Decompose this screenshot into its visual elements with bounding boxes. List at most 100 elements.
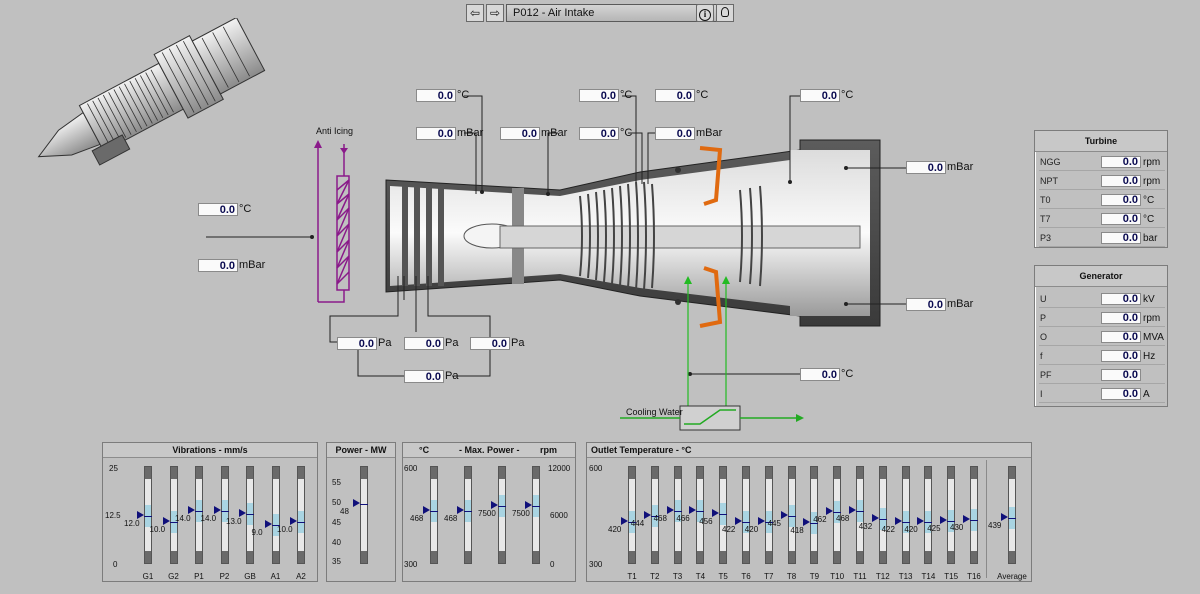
generator-panel-title: Generator [1035,266,1167,287]
power-scale-45: 45 [332,518,341,527]
outlet-t13-value-label: 422 [881,524,895,534]
gauge-limit-segment [629,551,635,557]
vibration-p1-value-label: 14.0 [175,513,191,523]
max-power-2-value-label: 468 [444,513,458,523]
outlet-t9-marker [803,517,811,526]
power-panel-title: Power - MW [327,443,395,458]
gauge-limit-segment [971,557,977,563]
gauge-limit-segment [879,557,886,563]
turbine-row-t7: T7 0.0 °C [1039,212,1165,228]
gauge-limit-segment [629,557,635,563]
gauge-value-line [901,521,910,523]
generator-row-pf: PF 0.0 [1039,368,1165,384]
gauge-value-line [360,504,368,506]
gauge-limit-segment [272,557,279,563]
max-power-2-gauge [464,466,472,564]
max-power-3-value-label: 7500 [478,509,496,518]
outlet-t16-label: T16 [967,572,981,581]
vibration-g2-value-label: 10.0 [149,525,166,535]
power-gauge [360,466,368,564]
max-power-right-mid: 6000 [550,511,568,520]
outlet-t8-gauge [787,466,796,564]
anti-icing-heater [317,144,350,303]
max-power-left-max: 600 [404,464,418,473]
outlet-average-label: Average [997,572,1027,581]
outlet-t12-value-label: 432 [858,522,873,532]
outlet-t6-gauge [742,466,750,564]
gauge-limit-segment [431,557,437,563]
outlet-t16-gauge [970,466,978,564]
outlet-t15-gauge [947,466,956,564]
outlet-t12-marker [871,514,879,523]
gauge-value-line [878,519,887,521]
gauge-limit-segment [811,473,818,479]
gauge-limit-segment [170,551,177,557]
turbine-row-ngg: NGG 0.0 rpm [1039,155,1165,171]
gauge-limit-segment [221,557,228,563]
gauge-value-line [297,522,305,524]
outlet-t4-marker [689,506,697,515]
gauge-limit-segment [674,557,681,563]
air-intake-diagram [206,95,908,431]
vibrations-panel-title: Vibrations - mm/s [103,443,317,458]
gauge-value-line [220,510,229,512]
gauge-limit-segment [811,557,818,563]
outlet-t2-value-label: 444 [630,519,645,529]
gauge-limit-segment [431,551,437,557]
vibration-a2-marker [290,517,297,526]
max-power-1-marker [423,505,430,514]
outlet-t8-marker [780,511,788,520]
vibration-gb-marker [239,508,246,517]
gauge-value-line [430,510,438,512]
gauge-limit-segment [431,473,437,479]
gauge-limit-segment [743,473,749,479]
gauge-limit-segment [902,551,909,557]
generator-row-p: P 0.0 rpm [1039,311,1165,327]
outlet-average-gauge [1008,466,1016,564]
vibrations-panel: Vibrations - mm/s [102,442,318,582]
vibrations-scale-min: 0 [113,560,118,569]
outlet-t16-marker [963,514,970,523]
outlet-scale-max: 600 [589,464,603,473]
gauge-value-line [673,510,682,512]
max-power-2-marker [457,505,464,514]
max-power-1-value-label: 468 [410,513,424,523]
outlet-t7-marker [757,517,765,526]
gauge-limit-segment [834,557,841,563]
gauge-limit-segment [925,551,932,557]
gauge-limit-segment [674,473,681,479]
outlet-t5-marker [712,508,720,517]
outlet-t12-gauge [878,466,887,564]
gauge-limit-segment [902,557,909,563]
gauge-limit-segment [1009,473,1015,479]
outlet-t1-value-label: 420 [608,525,622,535]
gauge-limit-segment [221,551,228,557]
gauge-limit-segment [720,473,727,479]
generator-row-u: U 0.0 kV [1039,292,1165,308]
gauge-limit-segment [298,551,304,557]
turbine-row-npt: NPT 0.0 rpm [1039,174,1165,190]
vibration-p2-marker [213,505,221,514]
gauge-limit-segment [1009,557,1015,563]
vibration-a1-marker [264,520,272,529]
gauge-limit-segment [788,557,795,563]
vibration-a1-value-label: 9.0 [251,528,263,538]
compressor-temperature-readout-1: 0.0 °C [579,89,632,102]
outlet-t11-gauge [856,466,864,564]
gauge-limit-segment [221,473,228,479]
power-scale-50: 50 [332,498,341,507]
filter-dp-readout-1: 0.0 Pa [337,337,391,350]
gauge-limit-segment [651,557,658,563]
vibrations-scale-mid: 12.5 [105,511,121,520]
gauge-limit-segment [465,557,471,563]
gauge-limit-segment [743,557,749,563]
cooling-water-temperature-readout: 0.0 °C [800,368,853,381]
gauge-limit-segment [629,473,635,479]
gauge-limit-segment [697,557,704,563]
outlet-temperature-panel-title: Outlet Temperature - °C [587,443,1031,458]
vibration-a2-gauge [297,466,305,564]
gauge-limit-segment [196,473,202,479]
exhaust-pressure-readout-top: 0.0 mBar [906,161,973,174]
power-scale-55: 55 [332,478,341,487]
vibration-a1-gauge [271,466,280,564]
